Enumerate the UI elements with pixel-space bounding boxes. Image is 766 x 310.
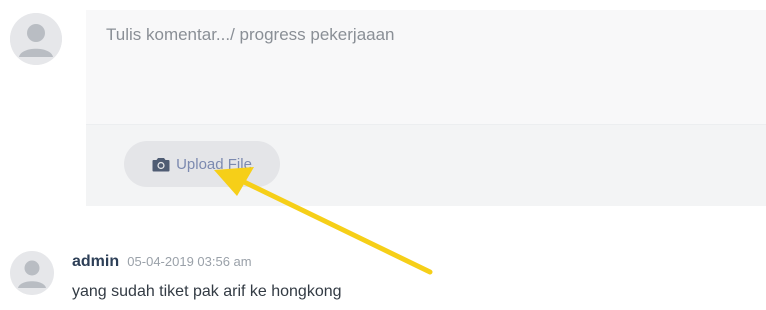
camera-icon [152,157,170,171]
comment-timestamp: 05-04-2019 03:56 am [127,254,252,269]
upload-file-button[interactable]: Upload File [124,141,280,187]
comment-author-name[interactable]: admin [72,253,119,270]
user-silhouette-icon [10,13,62,65]
user-silhouette-icon [10,251,54,295]
comment-body: yang sudah tiket pak arif ke hongkong [72,283,342,300]
comment-input[interactable] [86,10,766,124]
comment-section: Upload File admin 05-04-2019 03:56 am ya… [0,0,766,310]
compose-footer: Upload File [86,125,766,206]
comment-header: admin 05-04-2019 03:56 am [72,253,252,277]
comment-compose-box: Upload File [86,10,766,206]
current-user-avatar [10,13,62,65]
comment-author-avatar [10,251,54,295]
upload-file-label: Upload File [176,155,252,173]
